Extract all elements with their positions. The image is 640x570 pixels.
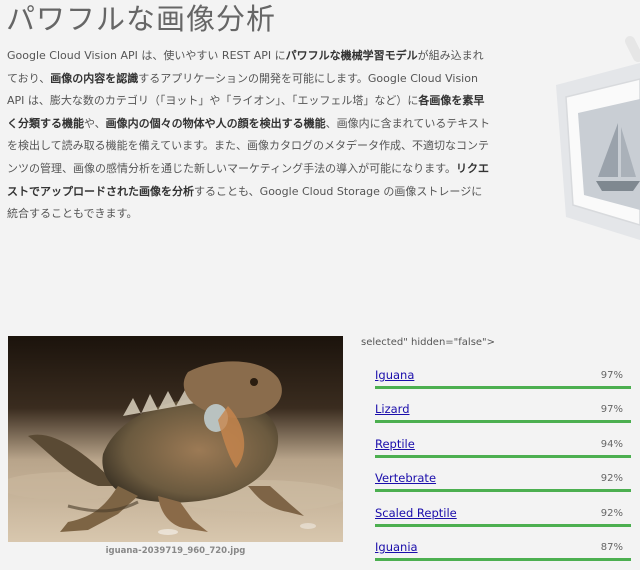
confidence-bar-fill: [375, 523, 631, 527]
confidence-bar-fill: [375, 420, 631, 424]
stray-markup-text: selected" hidden="false">: [361, 337, 496, 348]
confidence-bar-fill: [375, 454, 631, 458]
iguana-photo: [8, 336, 343, 542]
confidence-bar: [375, 523, 631, 527]
intro-emphasis: パワフルな機械学習モデル: [285, 49, 418, 62]
label-row: Reptile 94%: [361, 433, 631, 467]
label-row: Scaled Reptile 92%: [361, 502, 631, 536]
label-row: Vertebrate 92%: [361, 467, 631, 501]
intro-emphasis: 画像の内容を認識: [50, 71, 139, 85]
confidence-bar-fill: [375, 489, 631, 493]
label-link[interactable]: Vertebrate: [375, 471, 436, 485]
image-caption: iguana-2039719_960_720.jpg: [105, 546, 246, 556]
intro-text: Google Cloud Vision API は、使いやすい REST API…: [7, 49, 286, 62]
label-results-list: Iguana 97% Lizard 97% Reptile 94% Vertebrate 92…: [361, 364, 631, 570]
label-link[interactable]: Iguana: [375, 368, 414, 382]
confidence-bar: [375, 454, 631, 458]
confidence-bar: [375, 420, 631, 424]
label-link[interactable]: Lizard: [375, 402, 410, 416]
confidence-bar: [375, 489, 631, 493]
label-score: 94%: [600, 438, 623, 450]
label-row: Lizard 97%: [361, 398, 631, 432]
label-score: 97%: [600, 404, 623, 416]
confidence-bar: [375, 557, 631, 561]
intro-paragraph: Google Cloud Vision API は、使いやすい REST API…: [7, 45, 493, 226]
confidence-bar-fill: [375, 386, 631, 389]
label-score: 92%: [600, 473, 623, 485]
label-score: 87%: [600, 541, 623, 553]
intro-emphasis: 画像内の個々の物体や人の顔を検出する機能: [105, 116, 326, 130]
page-title: パワフルな画像分析: [6, 2, 277, 36]
label-link[interactable]: Reptile: [375, 437, 415, 451]
label-row: Iguana 97%: [361, 364, 631, 398]
confidence-bar-fill: [375, 557, 631, 561]
label-link[interactable]: Iguania: [375, 540, 418, 554]
label-score: 97%: [600, 370, 623, 381]
label-link[interactable]: Scaled Reptile: [375, 506, 457, 520]
intro-text: や、: [84, 116, 106, 130]
decorative-photo-illustration: [540, 35, 640, 255]
label-score: 92%: [600, 507, 623, 519]
confidence-bar: [375, 386, 631, 389]
label-row: Iguania 87%: [361, 536, 631, 570]
